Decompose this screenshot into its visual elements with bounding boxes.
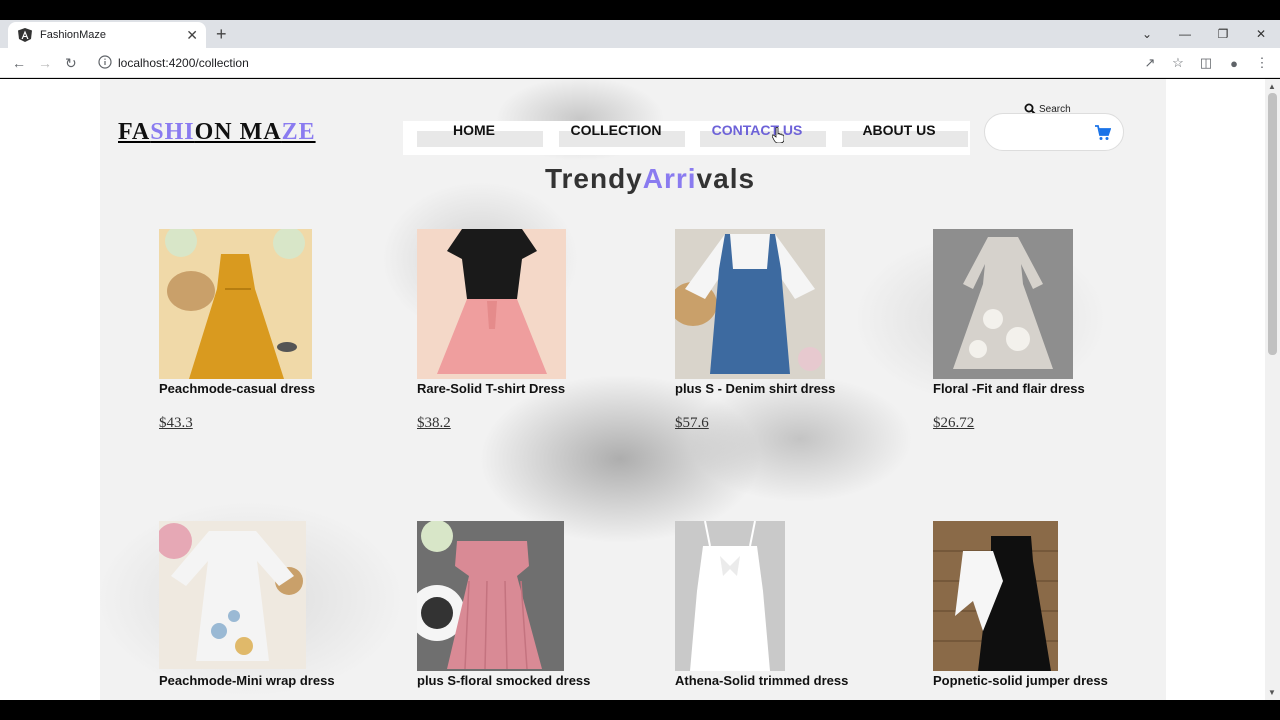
product-price[interactable]: $43.3 [159, 415, 193, 432]
os-bottom-bar [0, 700, 1280, 720]
tab-title: FashionMaze [40, 29, 107, 41]
page-viewport: FASHION MAZE HOME COLLECTION CONTACT US … [0, 79, 1280, 700]
bookmark-star-icon[interactable]: ☆ [1168, 53, 1188, 73]
tab-search-icon[interactable]: ⌄ [1128, 27, 1166, 41]
section-heading: TrendyArrivals [100, 163, 1200, 195]
new-tab-icon[interactable]: + [216, 23, 227, 45]
product-name[interactable]: Athena-Solid trimmed dress [675, 673, 848, 688]
product-card[interactable]: plus S-floral smocked dress [417, 521, 590, 688]
product-card[interactable]: Popnetic-solid jumper dress [933, 521, 1108, 688]
address-bar: ← → ↻ localhost:4200/collection ↗ ☆ ◫ ● … [0, 48, 1280, 78]
forward-icon[interactable]: → [38, 53, 52, 73]
menu-dots-icon[interactable]: ⋮ [1252, 53, 1272, 73]
product-card[interactable]: Floral -Fit and flair dress $26.72 [933, 229, 1085, 431]
nav-label: HOME [453, 122, 495, 138]
browser-tab[interactable]: FashionMaze ✕ [8, 22, 206, 48]
nav-label: CONTACT US [711, 122, 803, 138]
url-field[interactable]: localhost:4200/collection [118, 56, 249, 70]
product-card[interactable]: Peachmode-Mini wrap dress [159, 521, 335, 688]
info-icon[interactable] [98, 55, 112, 69]
product-price[interactable]: $57.6 [675, 415, 709, 432]
product-card[interactable]: Athena-Solid trimmed dress [675, 521, 848, 688]
vertical-scrollbar[interactable]: ▲ ▼ [1265, 79, 1280, 700]
product-image[interactable] [675, 229, 825, 379]
back-icon[interactable]: ← [12, 53, 26, 73]
close-window-icon[interactable]: ✕ [1242, 27, 1280, 41]
product-price[interactable]: $38.2 [417, 415, 451, 432]
side-panel-icon[interactable]: ◫ [1196, 53, 1216, 73]
reload-icon[interactable]: ↻ [65, 53, 77, 73]
cart-icon[interactable] [1095, 125, 1111, 141]
search-input[interactable] [984, 113, 1124, 151]
share-icon[interactable]: ↗ [1140, 53, 1160, 73]
product-name[interactable]: Rare-Solid T-shirt Dress [417, 381, 565, 396]
logo-part: SHI [150, 119, 195, 145]
nav-label: ABOUT US [862, 122, 936, 138]
product-image[interactable] [675, 521, 785, 671]
nav-contact-us[interactable]: CONTACT US [694, 121, 826, 147]
product-name[interactable]: Peachmode-Mini wrap dress [159, 673, 335, 688]
os-top-bar [0, 0, 1280, 20]
heading-part: vals [696, 163, 756, 194]
product-image[interactable] [417, 229, 566, 379]
scrollbar-thumb[interactable] [1268, 93, 1277, 355]
angular-icon [18, 28, 32, 42]
nav-about-us[interactable]: ABOUT US [836, 121, 968, 147]
page-content: FASHION MAZE HOME COLLECTION CONTACT US … [100, 79, 1166, 700]
tab-strip: FashionMaze ✕ + ⌄ — ❐ ✕ [0, 20, 1280, 48]
product-card[interactable]: plus S - Denim shirt dress $57.6 [675, 229, 835, 431]
product-name[interactable]: Floral -Fit and flair dress [933, 381, 1085, 396]
product-card[interactable]: Peachmode-casual dress $43.3 [159, 229, 315, 431]
product-image[interactable] [933, 229, 1073, 379]
tab-close-icon[interactable]: ✕ [186, 26, 198, 44]
heading-part: Trendy [544, 163, 643, 194]
restore-icon[interactable]: ❐ [1204, 27, 1242, 41]
window-controls: ⌄ — ❐ ✕ [1128, 20, 1280, 48]
main-nav: HOME COLLECTION CONTACT US ABOUT US [403, 121, 970, 155]
hand-cursor-icon [772, 127, 784, 143]
nav-label: COLLECTION [570, 122, 662, 138]
product-card[interactable]: Rare-Solid T-shirt Dress $38.2 [417, 229, 566, 431]
site-logo[interactable]: FASHION MAZE [118, 119, 316, 146]
product-image[interactable] [159, 229, 312, 379]
product-name[interactable]: Popnetic-solid jumper dress [933, 673, 1108, 688]
nav-collection[interactable]: COLLECTION [553, 121, 685, 147]
product-name[interactable]: Peachmode-casual dress [159, 381, 315, 396]
product-name[interactable]: plus S-floral smocked dress [417, 673, 590, 688]
logo-part: ZE [281, 119, 316, 145]
profile-icon[interactable]: ● [1224, 53, 1244, 73]
product-image[interactable] [159, 521, 306, 669]
browser-toolbar-icons: ↗ ☆ ◫ ● ⋮ [1140, 53, 1272, 73]
product-name[interactable]: plus S - Denim shirt dress [675, 381, 835, 396]
product-price[interactable]: $26.72 [933, 415, 974, 432]
logo-part: ON MA [194, 119, 282, 145]
scroll-up-icon[interactable]: ▲ [1268, 82, 1276, 91]
heading-part: Arri [642, 163, 697, 194]
logo-part: FA [118, 119, 151, 145]
product-image[interactable] [933, 521, 1058, 671]
minimize-icon[interactable]: — [1166, 27, 1204, 41]
nav-home[interactable]: HOME [411, 121, 543, 147]
scroll-down-icon[interactable]: ▼ [1268, 688, 1276, 697]
product-image[interactable] [417, 521, 564, 671]
